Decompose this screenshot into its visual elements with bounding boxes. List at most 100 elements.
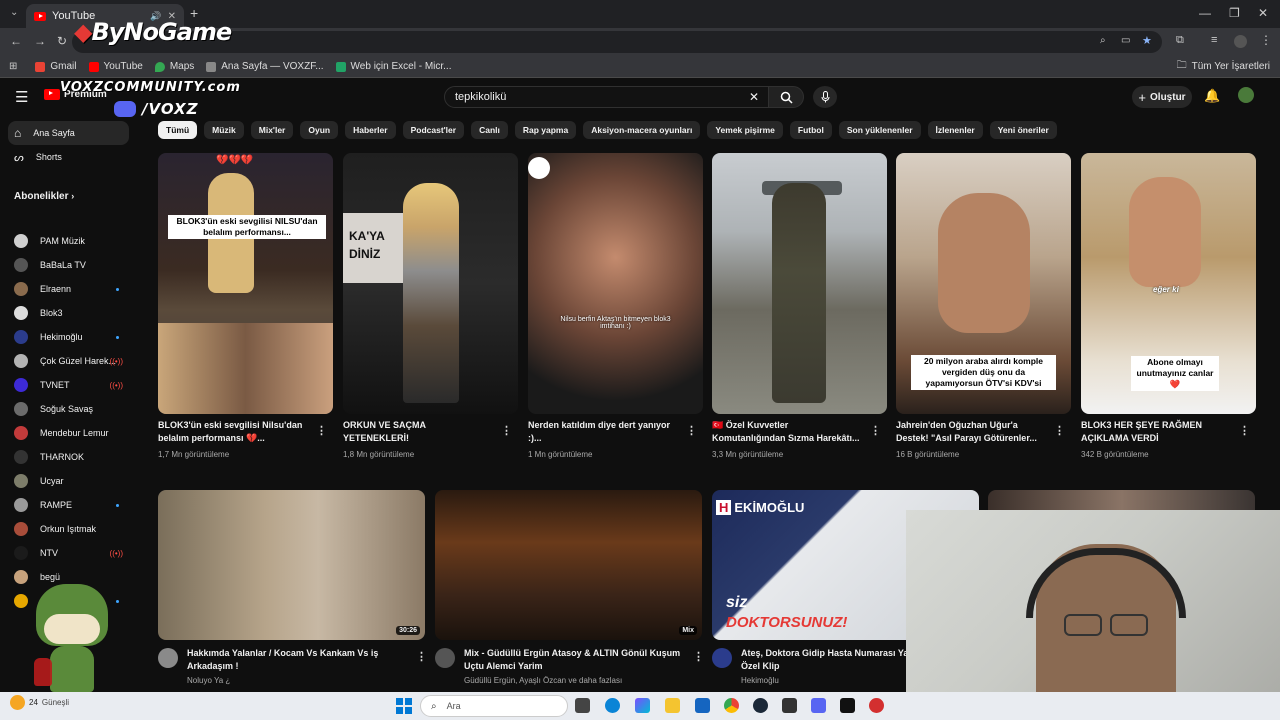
weather-widget[interactable]: 24 Güneşli <box>10 695 69 710</box>
hamburger-menu-icon[interactable]: ☰ <box>15 88 28 106</box>
subscriptions-heading[interactable]: Abonelikler › <box>14 191 74 202</box>
bookmark-youtube[interactable]: YouTube <box>88 61 143 72</box>
filter-chip[interactable]: Oyun <box>300 121 339 139</box>
filter-chip[interactable]: Yeni öneriler <box>989 121 1057 139</box>
sidebar-subscription[interactable]: Hekimoğlu <box>8 325 129 349</box>
copilot-icon[interactable] <box>635 698 650 713</box>
sidebar-subscription[interactable]: Blok3 <box>8 301 129 325</box>
video-thumbnail[interactable]: 💔💔💔 BLOK3'ün eski sevgilisi NILSU'dan be… <box>158 153 333 414</box>
filter-chip[interactable]: Canlı <box>471 121 508 139</box>
windows-start-icon[interactable] <box>396 698 412 714</box>
channel-avatar[interactable] <box>712 648 732 668</box>
video-thumbnail[interactable]: Nilsu berfin Aktaş'ın bitmeyen blok3 imt… <box>528 153 703 414</box>
discord-icon[interactable] <box>811 698 826 713</box>
sidebar-subscription[interactable]: Orkun Işıtmak <box>8 517 129 541</box>
filter-chip[interactable]: Futbol <box>789 121 832 139</box>
video-title[interactable]: Nerden katıldım diye dert yanıyor :)... <box>528 419 678 445</box>
chrome-icon[interactable] <box>724 698 739 713</box>
channel-avatar[interactable] <box>435 648 455 668</box>
video-menu-icon[interactable]: ⋮ <box>501 424 512 437</box>
sidebar-subscription[interactable]: Elraenn <box>8 277 129 301</box>
task-view-icon[interactable] <box>575 698 590 713</box>
filter-chip[interactable]: Yemek pişirme <box>707 121 783 139</box>
filter-chip[interactable]: Haberler <box>345 121 396 139</box>
account-avatar[interactable] <box>1238 87 1254 103</box>
video-menu-icon[interactable]: ⋮ <box>686 424 697 437</box>
video-title[interactable]: BLOK3 HER ŞEYE RAĞMEN AÇIKLAMA VERDİ <box>1081 419 1231 445</box>
tab-search-icon[interactable]: ⌄ <box>10 7 18 18</box>
sidebar-subscription[interactable]: THARNOK <box>8 445 129 469</box>
video-thumbnail[interactable]: Mix <box>435 490 702 640</box>
video-menu-icon[interactable]: ⋮ <box>693 650 704 663</box>
bookmark-gmail[interactable]: Gmail <box>35 61 77 72</box>
all-bookmarks[interactable]: 🗀 Tüm Yer İşaretleri <box>1177 58 1270 75</box>
video-menu-icon[interactable]: ⋮ <box>1054 424 1065 437</box>
sidebar-item-shorts[interactable]: ᔕ Shorts <box>8 145 129 169</box>
video-thumbnail[interactable]: KA'YA DİNİZ <box>343 153 518 414</box>
filter-chip[interactable]: Son yüklenenler <box>838 121 921 139</box>
filter-chip[interactable]: İzlenenler <box>927 121 983 139</box>
sidebar-subscription[interactable]: BaBaLa TV <box>8 253 129 277</box>
filter-chip[interactable]: Mix'ler <box>250 121 294 139</box>
close-window-icon[interactable]: ✕ <box>1258 6 1268 20</box>
channel-name[interactable]: Hekimoğlu <box>741 676 779 685</box>
video-menu-icon[interactable]: ⋮ <box>1239 424 1250 437</box>
extensions-icon[interactable]: ⧉ <box>1176 34 1184 47</box>
video-title[interactable]: Jahrein'den Oğuzhan Uğur'a Destek! "Asıl… <box>896 419 1046 445</box>
video-title[interactable]: Hakkımda Yalanlar / Kocam Vs Kankam Vs i… <box>187 647 407 673</box>
video-menu-icon[interactable]: ⋮ <box>416 650 427 663</box>
sidebar-subscription[interactable]: TVNET ((•)) <box>8 373 129 397</box>
app-icon[interactable] <box>782 698 797 713</box>
search-input[interactable]: tepkikolikü ✕ <box>444 86 770 108</box>
notifications-bell-icon[interactable]: 🔔 <box>1204 88 1220 104</box>
create-button[interactable]: + Oluştur <box>1132 86 1192 108</box>
channel-avatar[interactable] <box>158 648 178 668</box>
back-icon[interactable]: ← <box>10 34 22 48</box>
video-thumbnail[interactable]: 20 milyon araba alırdı komple vergiden d… <box>896 153 1071 414</box>
bookmark-star-icon[interactable]: ★ <box>1142 34 1152 47</box>
forward-icon[interactable]: → <box>34 34 46 48</box>
minimize-icon[interactable]: — <box>1199 6 1211 20</box>
filter-chip[interactable]: Podcast'ler <box>402 121 465 139</box>
video-title[interactable]: ORKUN VE SAÇMA YETENEKLERİ! <box>343 419 493 445</box>
reading-list-icon[interactable]: ≡ <box>1211 34 1217 46</box>
app-icon[interactable] <box>869 698 884 713</box>
apps-grid-icon[interactable]: ⊞ <box>9 61 17 72</box>
search-button[interactable] <box>768 86 804 108</box>
sidebar-subscription[interactable]: Soğuk Savaş <box>8 397 129 421</box>
steam-icon[interactable] <box>753 698 768 713</box>
edge-icon[interactable] <box>605 698 620 713</box>
channel-name[interactable]: Güdüllü Ergün, Ayaşlı Özcan ve daha fazl… <box>464 676 622 685</box>
zoom-icon[interactable]: ⌕ <box>1100 35 1106 46</box>
filter-chip[interactable]: Müzik <box>204 121 244 139</box>
filter-chip[interactable]: Tümü <box>158 121 198 139</box>
clear-search-icon[interactable]: ✕ <box>749 90 759 104</box>
profile-avatar[interactable] <box>1234 35 1247 48</box>
video-title[interactable]: 🇹🇷 Özel Kuvvetler Komutanlığından Sızma … <box>712 419 862 445</box>
reload-icon[interactable]: ↻ <box>57 34 67 48</box>
video-thumbnail[interactable]: 30:26 <box>158 490 425 640</box>
video-thumbnail[interactable]: eğer ki Abone olmayı unutmayınız canlar … <box>1081 153 1256 414</box>
bookmark-maps[interactable]: Maps <box>154 61 194 72</box>
taskbar-search[interactable]: ⌕ Ara <box>420 695 568 717</box>
sidebar-item-home[interactable]: ⌂ Ana Sayfa <box>8 121 129 145</box>
channel-name[interactable]: Noluyo Ya ¿ <box>187 676 230 685</box>
sidebar-subscription[interactable]: NTV ((•)) <box>8 541 129 565</box>
cast-icon[interactable]: ▭ <box>1121 35 1130 46</box>
video-thumbnail[interactable] <box>712 153 887 414</box>
maximize-icon[interactable]: ❐ <box>1229 6 1240 20</box>
sidebar-subscription[interactable]: Mendebur Lemur <box>8 421 129 445</box>
sidebar-subscription[interactable]: RAMPE <box>8 493 129 517</box>
sidebar-subscription[interactable]: Çok Güzel Harek... ((•)) <box>8 349 129 373</box>
video-menu-icon[interactable]: ⋮ <box>316 424 327 437</box>
sidebar-subscription[interactable]: Ucyar <box>8 469 129 493</box>
video-menu-icon[interactable]: ⋮ <box>870 424 881 437</box>
video-title[interactable]: Mix - Güdüllü Ergün Atasoy & ALTIN Gönül… <box>464 647 684 673</box>
sidebar-subscription[interactable]: PAM Müzik <box>8 229 129 253</box>
store-icon[interactable] <box>695 698 710 713</box>
menu-kebab-icon[interactable]: ⋮ <box>1260 33 1272 47</box>
voice-search-button[interactable] <box>813 86 837 108</box>
omnibox[interactable] <box>72 31 1162 53</box>
filter-chip[interactable]: Aksiyon-macera oyunları <box>583 121 701 139</box>
filter-chip[interactable]: Rap yapma <box>514 121 577 139</box>
